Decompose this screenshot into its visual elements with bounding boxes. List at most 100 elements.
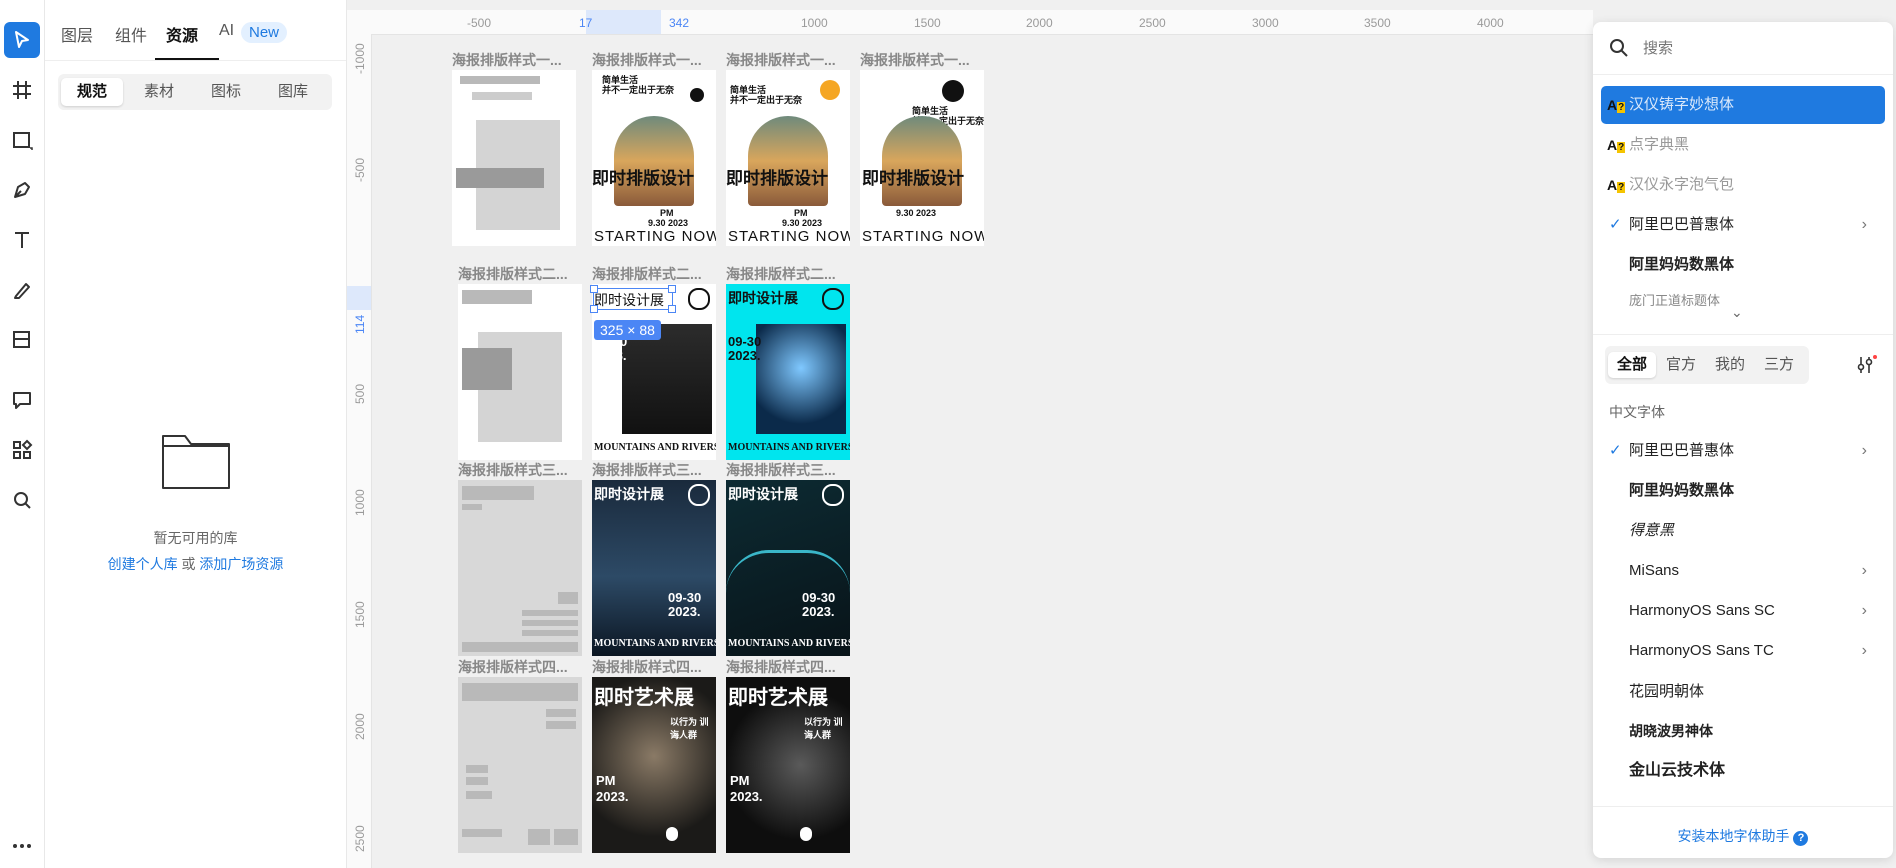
pencil-tool-button[interactable] [4, 272, 40, 308]
recent-font-item[interactable]: 庞门正道标题体 [1593, 282, 1893, 320]
ruler-y-label: 2500 [353, 825, 367, 852]
frame-title[interactable]: 海报排版样式四... [458, 657, 568, 677]
recent-font-item[interactable]: A? 汉仪铸字妙想体 [1593, 86, 1893, 124]
frame-title[interactable]: 海报排版样式一... [452, 50, 562, 70]
missing-font-icon: A? [1607, 177, 1626, 193]
font-item[interactable]: HarmonyOS Sans SC › [1593, 592, 1893, 630]
placeholder-block [522, 630, 578, 636]
subtab-spec[interactable]: 规范 [61, 78, 123, 106]
asset-subtabs: 规范 素材 图标 图库 [58, 74, 332, 110]
resize-handle[interactable] [668, 285, 676, 293]
ruler-x-label: 17 [579, 16, 593, 30]
filter-settings-icon[interactable] [1855, 354, 1877, 376]
frame-title[interactable]: 海报排版样式三... [726, 460, 836, 480]
selection-box[interactable] [590, 285, 676, 313]
install-font-helper-link[interactable]: 安装本地字体助手 ? [1593, 826, 1893, 846]
poster-design[interactable]: 简单生活 并不一定出于无奈 即时排版设计 PM 9.30 2023 STARTI… [592, 70, 716, 246]
font-item[interactable]: HarmonyOS Sans TC › [1593, 632, 1893, 670]
create-personal-library-link[interactable]: 创建个人库 [108, 556, 178, 572]
rectangle-tool-button[interactable] [4, 122, 40, 158]
font-item[interactable]: 阿里妈妈数黑体 [1593, 472, 1893, 510]
poster-design[interactable]: 即时设计展 09-30 2023. MOUNTAINS AND RIVERS [726, 284, 850, 460]
font-item[interactable]: 得意黑 [1593, 512, 1893, 550]
frame-title[interactable]: 海报排版样式四... [726, 657, 836, 677]
frame-title[interactable]: 海报排版样式一... [860, 50, 970, 70]
tab-official-fonts[interactable]: 官方 [1657, 352, 1705, 378]
chevron-right-icon[interactable]: › [1862, 206, 1867, 244]
recent-font-item[interactable]: ✓ 阿里巴巴普惠体 › [1593, 206, 1893, 244]
font-search-input[interactable] [1641, 34, 1865, 62]
comment-tool-button[interactable] [4, 382, 40, 418]
chevron-right-icon[interactable]: › [1862, 552, 1867, 590]
resize-handle[interactable] [668, 305, 676, 313]
poster-design[interactable]: 即时设计展 09-30 2023. MOUNTAINS AND RIVERS [592, 480, 716, 656]
tab-assets[interactable]: 资源 [166, 22, 198, 46]
recent-font-item[interactable]: 阿里妈妈数黑体 [1593, 246, 1893, 284]
search-tool-button[interactable] [4, 482, 40, 518]
resize-handle[interactable] [590, 305, 598, 313]
pen-tool-button[interactable] [4, 172, 40, 208]
frame-title[interactable]: 海报排版样式一... [592, 50, 702, 70]
frame-title[interactable]: 海报排版样式二... [726, 264, 836, 284]
subtab-materials[interactable]: 素材 [128, 78, 190, 106]
add-square-resources-link[interactable]: 添加广场资源 [199, 556, 283, 572]
poster-design[interactable]: 即时艺术展 以行为 训诲人群 PM 2023. [726, 677, 850, 853]
chevron-right-icon[interactable]: › [1862, 592, 1867, 630]
font-item[interactable]: MiSans › [1593, 552, 1893, 590]
wireframe-poster[interactable] [458, 677, 582, 853]
frame-title[interactable]: 海报排版样式二... [458, 264, 568, 284]
tab-all-fonts[interactable]: 全部 [1608, 352, 1656, 378]
chevron-down-icon[interactable]: ⌄ [1731, 304, 1743, 321]
tab-components[interactable]: 组件 [115, 22, 147, 46]
frame-title[interactable]: 海报排版样式三... [592, 460, 702, 480]
wireframe-poster[interactable] [458, 480, 582, 656]
poster-design[interactable]: 简单生活 并不一定出于无奈 即时排版设计 PM 9.30 2023 STARTI… [726, 70, 850, 246]
tab-third-party-fonts[interactable]: 三方 [1755, 352, 1803, 378]
plugins-tool-button[interactable] [4, 432, 40, 468]
placeholder-block [546, 709, 576, 717]
tab-layers[interactable]: 图层 [61, 22, 93, 46]
font-name: 得意黑 [1629, 522, 1675, 539]
chevron-right-icon[interactable]: › [1862, 632, 1867, 670]
text-tool-button[interactable] [4, 222, 40, 258]
font-item[interactable]: 金山云技术体 [1593, 752, 1893, 790]
poster-design[interactable]: 即时设计展 09-30 2023. MOUNTAINS AND RIVERS [592, 284, 716, 460]
poster-design[interactable]: 即时设计展 09-30 2023. MOUNTAINS AND RIVERS [726, 480, 850, 656]
recent-font-item[interactable]: A? 点字典黑 [1593, 126, 1893, 164]
resize-handle[interactable] [590, 285, 598, 293]
poster-footer: MOUNTAINS AND RIVERS [728, 442, 850, 453]
frame-tool-button[interactable] [4, 72, 40, 108]
font-name: 花园明朝体 [1629, 682, 1705, 700]
frame-title[interactable]: 海报排版样式四... [592, 657, 702, 677]
rectangle-icon [13, 132, 33, 150]
font-item[interactable]: 花园明朝体 [1593, 672, 1893, 710]
poster-date: 9.30 2023 [648, 218, 689, 228]
poster-footer: STARTING NOW [728, 228, 850, 245]
font-item[interactable]: 胡晓波男神体 [1593, 712, 1893, 750]
more-dots-icon [13, 844, 31, 848]
font-name: 庞门正道标题体 [1629, 293, 1721, 308]
frame-title[interactable]: 海报排版样式二... [592, 264, 702, 284]
poster-design[interactable]: 简单生活 并不一定出于无奈 即时排版设计 9.30 2023 STARTING … [860, 70, 984, 246]
left-toolbar [0, 0, 45, 868]
tab-ai[interactable]: AI [219, 22, 234, 40]
chevron-right-icon[interactable]: › [1862, 432, 1867, 470]
poster-logo-icon [820, 80, 840, 100]
frame-title[interactable]: 海报排版样式三... [458, 460, 568, 480]
poster-tagline: 并不一定出于无奈 [602, 85, 675, 95]
poster-design[interactable]: 即时艺术展 以行为 训诲人群 PM 2023. [592, 677, 716, 853]
recent-font-item[interactable]: A? 汉仪永字泡气包 [1593, 166, 1893, 204]
help-icon[interactable]: ? [1793, 831, 1809, 846]
subtab-icons[interactable]: 图标 [195, 78, 257, 106]
poster-globe-icon [822, 484, 844, 506]
more-tools-button[interactable] [4, 828, 40, 864]
frame-title[interactable]: 海报排版样式一... [726, 50, 836, 70]
font-item[interactable]: ✓ 阿里巴巴普惠体 › [1593, 432, 1893, 470]
tab-my-fonts[interactable]: 我的 [1706, 352, 1754, 378]
wireframe-poster[interactable] [458, 284, 582, 460]
wireframe-poster[interactable] [452, 70, 576, 246]
subtab-gallery[interactable]: 图库 [262, 78, 324, 106]
move-tool-button[interactable] [4, 22, 40, 58]
slice-tool-button[interactable] [4, 322, 40, 358]
placeholder-block [462, 486, 534, 500]
